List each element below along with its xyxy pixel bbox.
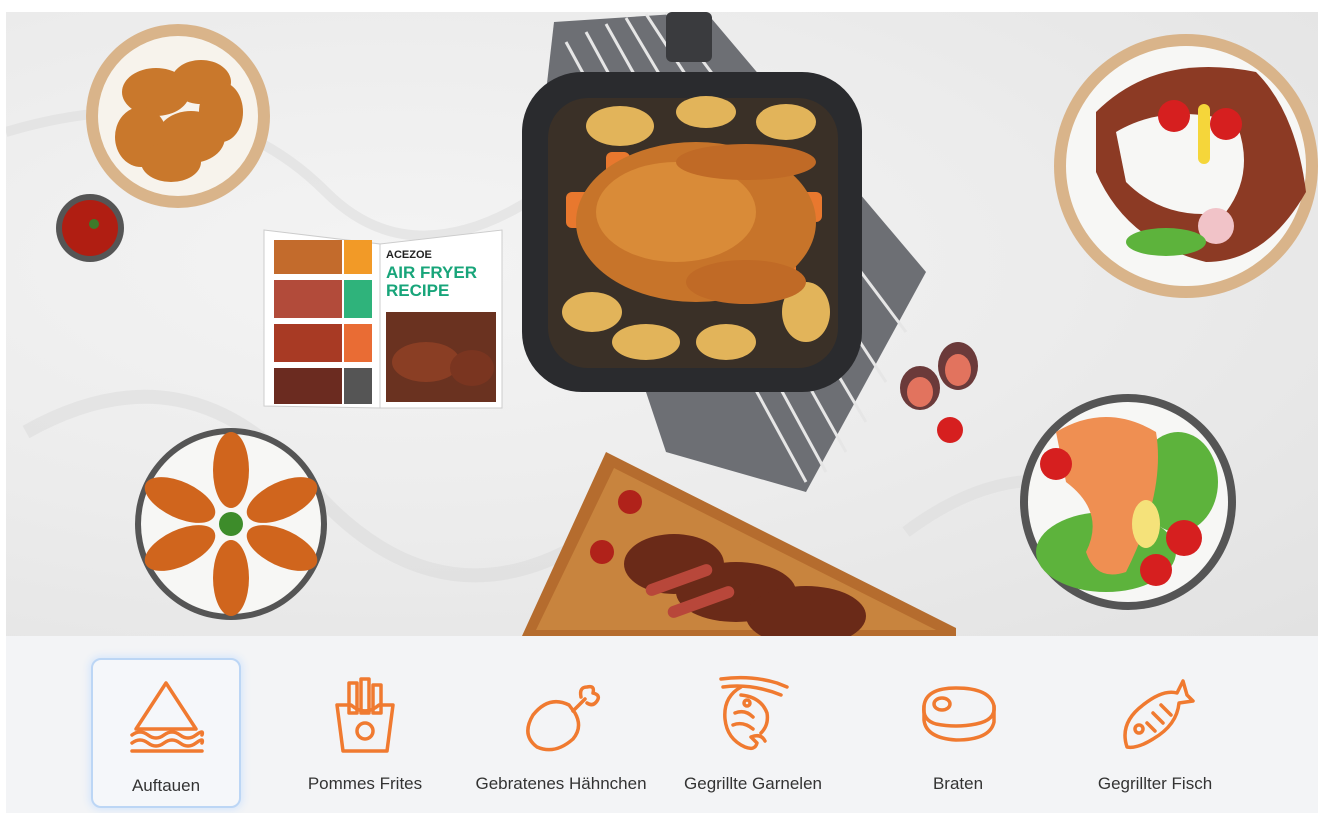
recipe-book-brand: ACEZOE xyxy=(386,249,432,261)
mode-pommes-frites[interactable]: Pommes Frites xyxy=(290,658,440,808)
ketchup-dish xyxy=(56,194,124,262)
salmon-plate xyxy=(1020,394,1236,610)
chicken-leg-icon xyxy=(516,670,606,760)
hero-illustration: ACEZOE AIR FRYER RECIPE xyxy=(6,12,1318,636)
defrost-icon xyxy=(121,672,211,762)
mode-label: Braten xyxy=(932,774,984,793)
mode-label: Gegrillter Fisch xyxy=(1097,774,1213,793)
steak-icon xyxy=(913,670,1003,760)
mode-label: Gebratenes Hähnchen xyxy=(475,774,647,793)
mode-braten[interactable]: Braten xyxy=(883,658,1033,808)
steak-board xyxy=(522,452,956,636)
chicken-wings-plate xyxy=(135,428,327,620)
mode-auftauen[interactable]: Auftauen xyxy=(91,658,241,808)
mode-gegrillte-garnelen[interactable]: Gegrillte Garnelen xyxy=(678,658,828,808)
mode-gegrillter-fisch[interactable]: Gegrillter Fisch xyxy=(1080,658,1230,808)
recipe-book-title-1: AIR FRYER xyxy=(386,263,477,282)
hero-food-image: ACEZOE AIR FRYER RECIPE xyxy=(6,12,1318,636)
fish-icon xyxy=(1110,670,1200,760)
recipe-book: ACEZOE AIR FRYER RECIPE xyxy=(263,229,503,409)
mode-label: Auftauen xyxy=(131,776,201,795)
fried-chicken-bowl xyxy=(86,24,270,208)
mode-label: Pommes Frites xyxy=(307,774,423,793)
lamb-chops-plate xyxy=(1054,34,1318,298)
fries-icon xyxy=(320,670,410,760)
recipe-book-title-2: RECIPE xyxy=(386,281,449,300)
cooking-modes-bar: Auftauen Pommes Frites Gebratenes Hähnch… xyxy=(6,636,1318,813)
shrimp-icon xyxy=(708,670,798,760)
mode-label: Gegrillte Garnelen xyxy=(684,774,822,793)
figs xyxy=(900,342,978,443)
mode-gebratenes-haehnchen[interactable]: Gebratenes Hähnchen xyxy=(475,658,647,808)
